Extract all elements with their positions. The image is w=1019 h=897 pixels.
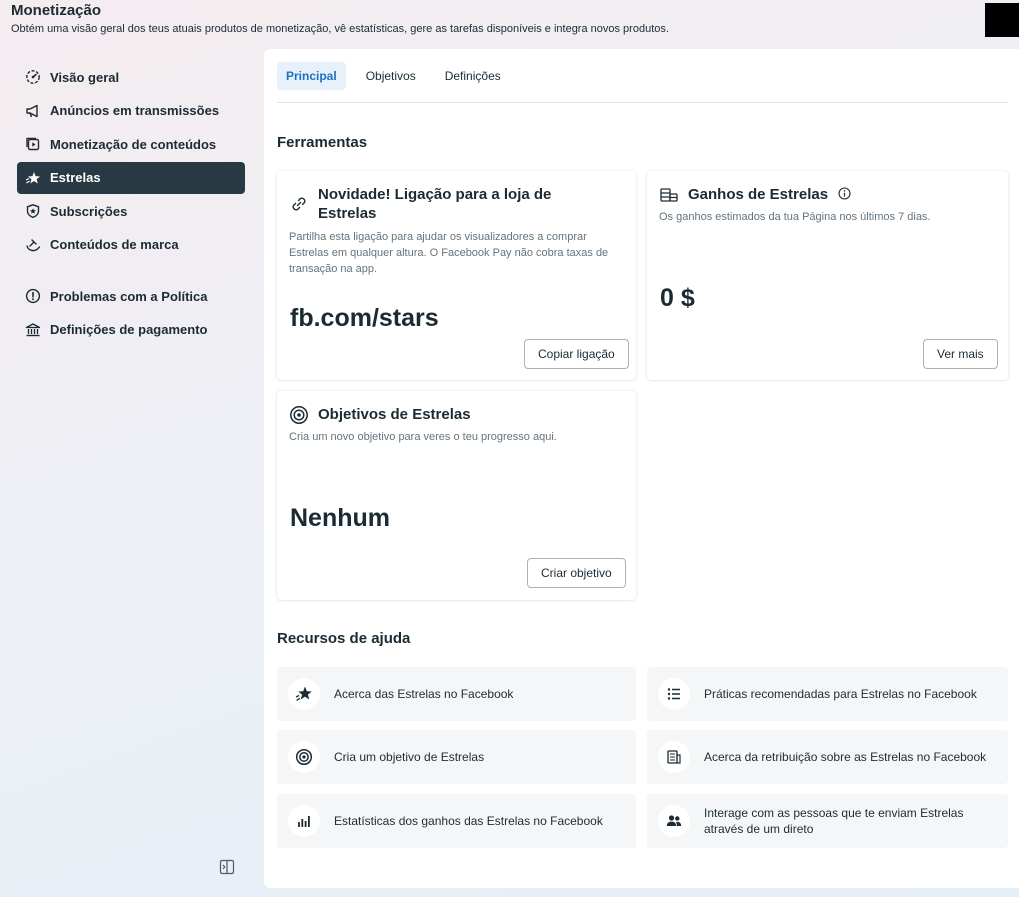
help-section-title: Recursos de ajuda <box>277 630 411 647</box>
tab-bar: Principal Objetivos Definições <box>277 62 1008 103</box>
sidebar-item-overview[interactable]: Visão geral <box>17 61 245 93</box>
sidebar-item-policy-issues[interactable]: Problemas com a Política <box>17 280 245 312</box>
card-description: Cria um novo objetivo para veres o teu p… <box>289 431 557 443</box>
page-title: Monetização <box>11 2 102 19</box>
help-item-earnings-stats[interactable]: Estatísticas dos ganhos das Estrelas no … <box>277 794 636 848</box>
sidebar-item-label: Subscrições <box>50 203 128 219</box>
bank-icon <box>25 322 41 338</box>
help-item-label: Cria um objetivo de Estrelas <box>334 750 485 764</box>
sidebar-item-label: Visão geral <box>50 69 120 85</box>
bar-chart-icon <box>288 805 320 837</box>
sidebar-item-stars[interactable]: Estrelas <box>17 161 245 194</box>
link-icon <box>289 194 309 214</box>
video-play-icon <box>25 136 41 152</box>
card-description: Os ganhos estimados da tua Página nos úl… <box>659 211 931 223</box>
sidebar-item-label: Conteúdos de marca <box>50 237 179 252</box>
goals-value: Nenhum <box>290 504 390 532</box>
people-icon <box>658 805 690 837</box>
earnings-value: 0 $ <box>660 284 695 312</box>
card-title: Objetivos de Estrelas <box>318 406 471 423</box>
sidebar-item-payment-settings[interactable]: Definições de pagamento <box>17 314 245 346</box>
tab-objetivos[interactable]: Objetivos <box>357 62 425 90</box>
help-item-interact-live[interactable]: Interage com as pessoas que te enviam Es… <box>647 794 1008 848</box>
megaphone-icon <box>25 103 41 119</box>
help-item-label: Estatísticas dos ganhos das Estrelas no … <box>334 814 603 828</box>
target-icon <box>288 741 320 773</box>
target-icon <box>289 405 309 425</box>
stars-link-value: fb.com/stars <box>290 304 439 332</box>
corner-block <box>985 3 1019 37</box>
see-more-button[interactable]: Ver mais <box>923 339 998 369</box>
tab-definicoes[interactable]: Definições <box>436 62 510 90</box>
sidebar-item-subscriptions[interactable]: Subscrições <box>17 195 245 227</box>
sidebar-item-branded-content[interactable]: Conteúdos de marca <box>17 229 245 261</box>
collapse-sidebar-icon[interactable] <box>219 859 235 875</box>
help-item-label: Acerca da retribuição sobre as Estrelas … <box>704 750 987 764</box>
gauge-icon <box>25 69 41 85</box>
handshake-icon <box>25 237 41 253</box>
page-subtitle: Obtém uma visão geral dos teus atuais pr… <box>11 23 669 35</box>
card-title: Ganhos de Estrelas <box>688 186 829 203</box>
stars-earnings-card: Ganhos de Estrelas Os ganhos estimados d… <box>647 171 1008 380</box>
star-icon <box>25 170 41 186</box>
create-goal-button[interactable]: Criar objetivo <box>527 558 626 588</box>
sidebar: Visão geral Anúncios em transmissões Mon… <box>17 61 245 347</box>
sidebar-item-content-monetization[interactable]: Monetização de conteúdos <box>17 128 245 160</box>
shield-star-icon <box>25 203 41 219</box>
stars-goals-card: Objetivos de Estrelas Cria um novo objet… <box>277 391 636 600</box>
alert-circle-icon <box>25 288 41 304</box>
info-icon[interactable] <box>838 187 851 205</box>
copy-link-button[interactable]: Copiar ligação <box>524 339 629 369</box>
stars-link-card: Novidade! Ligação para a loja de Estrela… <box>277 171 636 380</box>
help-item-label: Acerca das Estrelas no Facebook <box>334 687 514 701</box>
list-icon <box>658 678 690 710</box>
tab-principal[interactable]: Principal <box>277 62 346 90</box>
card-title: Novidade! Ligação para a loja de Estrela… <box>318 186 552 222</box>
sidebar-item-label: Estrelas <box>50 170 101 185</box>
help-item-label: Práticas recomendadas para Estrelas no F… <box>704 687 977 701</box>
page-header: Monetização Obtém uma visão geral dos te… <box>11 2 971 36</box>
sidebar-item-label: Anúncios em transmissões <box>50 103 220 118</box>
help-item-label: Interage com as pessoas que te enviam Es… <box>704 806 964 836</box>
star-icon <box>288 678 320 710</box>
help-item-best-practices[interactable]: Práticas recomendadas para Estrelas no F… <box>647 667 1008 721</box>
card-description: Partilha esta ligação para ajudar os vis… <box>289 231 609 275</box>
main-panel: Principal Objetivos Definições Ferrament… <box>264 49 1019 888</box>
help-item-about-stars[interactable]: Acerca das Estrelas no Facebook <box>277 667 636 721</box>
sidebar-item-label: Definições de pagamento <box>50 322 208 337</box>
coins-stack-icon <box>659 185 679 205</box>
help-item-payouts[interactable]: Acerca da retribuição sobre as Estrelas … <box>647 730 1008 784</box>
ledger-icon <box>658 741 690 773</box>
tools-section-title: Ferramentas <box>277 134 368 151</box>
help-item-create-goal[interactable]: Cria um objetivo de Estrelas <box>277 730 636 784</box>
sidebar-item-label: Monetização de conteúdos <box>50 136 217 152</box>
sidebar-item-label: Problemas com a Política <box>50 288 208 304</box>
sidebar-item-live-ads[interactable]: Anúncios em transmissões <box>17 95 245 127</box>
